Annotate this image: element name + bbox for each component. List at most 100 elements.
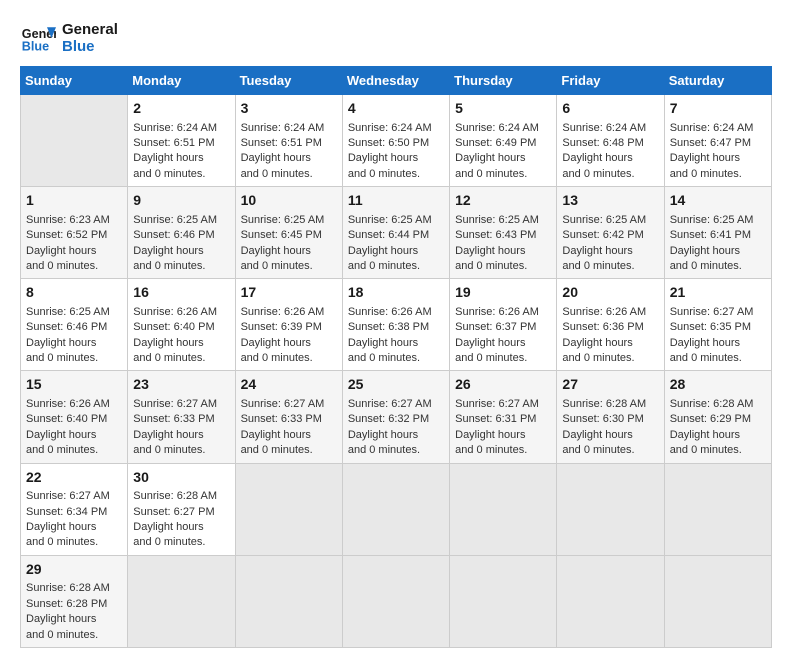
daylight-label: Daylight hours bbox=[133, 429, 203, 441]
daylight-label: Daylight hours bbox=[562, 152, 632, 164]
calendar-week-row: 22Sunrise: 6:27 AMSunset: 6:34 PMDayligh… bbox=[21, 463, 772, 555]
day-number: 11 bbox=[348, 191, 444, 211]
daylight-label: Daylight hours bbox=[133, 152, 203, 164]
sunset-text: Sunset: 6:27 PM bbox=[133, 506, 214, 518]
calendar-cell: 20Sunrise: 6:26 AMSunset: 6:36 PMDayligh… bbox=[557, 279, 664, 371]
calendar-cell: 12Sunrise: 6:25 AMSunset: 6:43 PMDayligh… bbox=[450, 187, 557, 279]
sunset-text: Sunset: 6:47 PM bbox=[670, 137, 751, 149]
day-header-friday: Friday bbox=[557, 67, 664, 95]
sunrise-text: Sunrise: 6:27 AM bbox=[670, 306, 754, 318]
calendar-week-row: 2Sunrise: 6:24 AMSunset: 6:51 PMDaylight… bbox=[21, 95, 772, 187]
sunset-text: Sunset: 6:48 PM bbox=[562, 137, 643, 149]
day-number: 23 bbox=[133, 375, 229, 395]
logo-general: General bbox=[62, 21, 118, 38]
daylight-suffix: and 0 minutes. bbox=[562, 444, 634, 456]
calendar-cell: 16Sunrise: 6:26 AMSunset: 6:40 PMDayligh… bbox=[128, 279, 235, 371]
calendar-cell: 26Sunrise: 6:27 AMSunset: 6:31 PMDayligh… bbox=[450, 371, 557, 463]
daylight-suffix: and 0 minutes. bbox=[133, 444, 205, 456]
calendar-cell: 13Sunrise: 6:25 AMSunset: 6:42 PMDayligh… bbox=[557, 187, 664, 279]
calendar-cell: 21Sunrise: 6:27 AMSunset: 6:35 PMDayligh… bbox=[664, 279, 771, 371]
sunset-text: Sunset: 6:46 PM bbox=[133, 229, 214, 241]
daylight-suffix: and 0 minutes. bbox=[348, 168, 420, 180]
day-header-wednesday: Wednesday bbox=[342, 67, 449, 95]
daylight-suffix: and 0 minutes. bbox=[26, 629, 98, 641]
day-number: 5 bbox=[455, 99, 551, 119]
daylight-label: Daylight hours bbox=[348, 152, 418, 164]
sunrise-text: Sunrise: 6:25 AM bbox=[348, 214, 432, 226]
sunrise-text: Sunrise: 6:23 AM bbox=[26, 214, 110, 226]
daylight-label: Daylight hours bbox=[348, 429, 418, 441]
daylight-suffix: and 0 minutes. bbox=[455, 352, 527, 364]
sunset-text: Sunset: 6:30 PM bbox=[562, 413, 643, 425]
sunset-text: Sunset: 6:49 PM bbox=[455, 137, 536, 149]
daylight-suffix: and 0 minutes. bbox=[562, 168, 634, 180]
daylight-label: Daylight hours bbox=[26, 429, 96, 441]
sunset-text: Sunset: 6:51 PM bbox=[133, 137, 214, 149]
daylight-label: Daylight hours bbox=[133, 245, 203, 257]
sunset-text: Sunset: 6:38 PM bbox=[348, 321, 429, 333]
calendar-cell: 30Sunrise: 6:28 AMSunset: 6:27 PMDayligh… bbox=[128, 463, 235, 555]
calendar-cell: 8Sunrise: 6:25 AMSunset: 6:46 PMDaylight… bbox=[21, 279, 128, 371]
sunrise-text: Sunrise: 6:25 AM bbox=[26, 306, 110, 318]
daylight-suffix: and 0 minutes. bbox=[133, 168, 205, 180]
calendar-week-row: 15Sunrise: 6:26 AMSunset: 6:40 PMDayligh… bbox=[21, 371, 772, 463]
sunrise-text: Sunrise: 6:28 AM bbox=[562, 398, 646, 410]
logo: General Blue General Blue bbox=[20, 20, 118, 56]
day-number: 10 bbox=[241, 191, 337, 211]
sunset-text: Sunset: 6:44 PM bbox=[348, 229, 429, 241]
daylight-suffix: and 0 minutes. bbox=[241, 260, 313, 272]
daylight-suffix: and 0 minutes. bbox=[133, 352, 205, 364]
sunrise-text: Sunrise: 6:24 AM bbox=[670, 122, 754, 134]
sunset-text: Sunset: 6:39 PM bbox=[241, 321, 322, 333]
calendar-cell bbox=[235, 555, 342, 647]
sunset-text: Sunset: 6:46 PM bbox=[26, 321, 107, 333]
sunrise-text: Sunrise: 6:26 AM bbox=[133, 306, 217, 318]
sunrise-text: Sunrise: 6:25 AM bbox=[133, 214, 217, 226]
day-number: 9 bbox=[133, 191, 229, 211]
day-number: 6 bbox=[562, 99, 658, 119]
calendar-cell: 19Sunrise: 6:26 AMSunset: 6:37 PMDayligh… bbox=[450, 279, 557, 371]
daylight-suffix: and 0 minutes. bbox=[26, 260, 98, 272]
day-number: 20 bbox=[562, 283, 658, 303]
sunrise-text: Sunrise: 6:26 AM bbox=[562, 306, 646, 318]
calendar-cell bbox=[342, 463, 449, 555]
sunrise-text: Sunrise: 6:24 AM bbox=[348, 122, 432, 134]
calendar-cell bbox=[664, 555, 771, 647]
daylight-label: Daylight hours bbox=[670, 429, 740, 441]
sunrise-text: Sunrise: 6:28 AM bbox=[26, 582, 110, 594]
calendar-cell: 7Sunrise: 6:24 AMSunset: 6:47 PMDaylight… bbox=[664, 95, 771, 187]
calendar-cell bbox=[450, 463, 557, 555]
daylight-suffix: and 0 minutes. bbox=[348, 444, 420, 456]
daylight-suffix: and 0 minutes. bbox=[133, 536, 205, 548]
sunrise-text: Sunrise: 6:27 AM bbox=[348, 398, 432, 410]
svg-text:Blue: Blue bbox=[22, 40, 49, 54]
daylight-label: Daylight hours bbox=[241, 337, 311, 349]
sunrise-text: Sunrise: 6:24 AM bbox=[562, 122, 646, 134]
day-number: 30 bbox=[133, 468, 229, 488]
sunset-text: Sunset: 6:28 PM bbox=[26, 598, 107, 610]
sunrise-text: Sunrise: 6:26 AM bbox=[455, 306, 539, 318]
daylight-suffix: and 0 minutes. bbox=[670, 168, 742, 180]
calendar-week-row: 1Sunrise: 6:23 AMSunset: 6:52 PMDaylight… bbox=[21, 187, 772, 279]
day-number: 7 bbox=[670, 99, 766, 119]
daylight-label: Daylight hours bbox=[241, 152, 311, 164]
daylight-suffix: and 0 minutes. bbox=[562, 352, 634, 364]
calendar-cell: 3Sunrise: 6:24 AMSunset: 6:51 PMDaylight… bbox=[235, 95, 342, 187]
sunset-text: Sunset: 6:40 PM bbox=[26, 413, 107, 425]
sunrise-text: Sunrise: 6:25 AM bbox=[670, 214, 754, 226]
daylight-label: Daylight hours bbox=[670, 337, 740, 349]
day-number: 18 bbox=[348, 283, 444, 303]
daylight-suffix: and 0 minutes. bbox=[455, 444, 527, 456]
calendar-cell: 5Sunrise: 6:24 AMSunset: 6:49 PMDaylight… bbox=[450, 95, 557, 187]
daylight-suffix: and 0 minutes. bbox=[455, 260, 527, 272]
calendar-cell: 17Sunrise: 6:26 AMSunset: 6:39 PMDayligh… bbox=[235, 279, 342, 371]
day-number: 21 bbox=[670, 283, 766, 303]
sunrise-text: Sunrise: 6:24 AM bbox=[455, 122, 539, 134]
calendar-cell bbox=[557, 463, 664, 555]
sunrise-text: Sunrise: 6:27 AM bbox=[26, 490, 110, 502]
sunrise-text: Sunrise: 6:26 AM bbox=[241, 306, 325, 318]
daylight-suffix: and 0 minutes. bbox=[26, 536, 98, 548]
logo-icon: General Blue bbox=[20, 20, 56, 56]
calendar-cell: 25Sunrise: 6:27 AMSunset: 6:32 PMDayligh… bbox=[342, 371, 449, 463]
calendar-cell: 29Sunrise: 6:28 AMSunset: 6:28 PMDayligh… bbox=[21, 555, 128, 647]
